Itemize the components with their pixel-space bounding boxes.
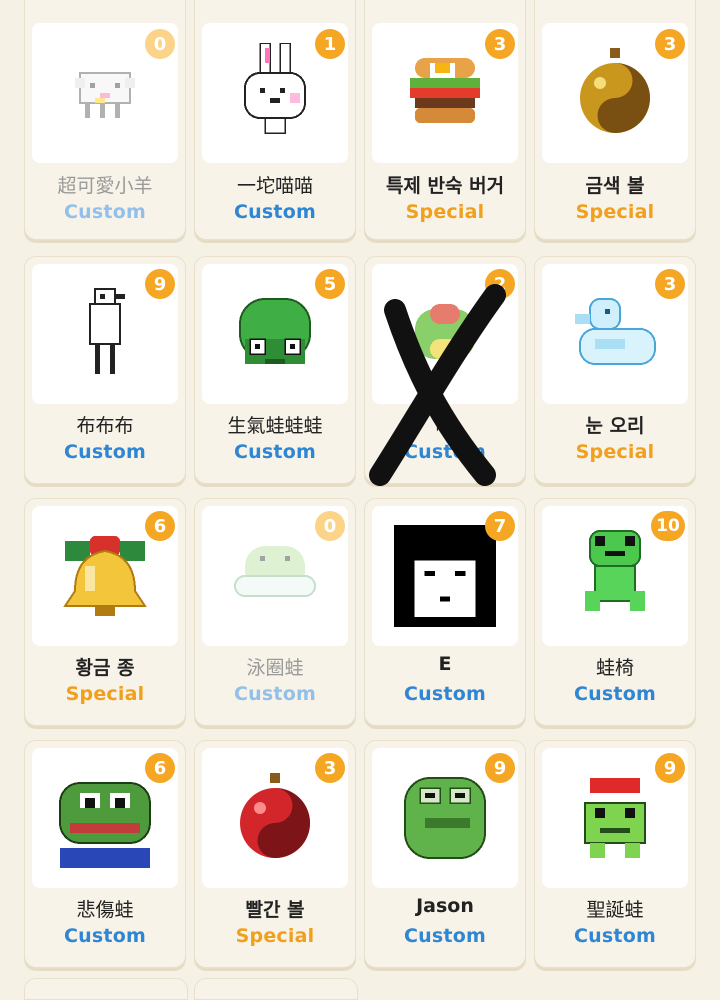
count-badge: 9 [145, 269, 175, 299]
sticker-card[interactable]: 10 蛙椅 Custom [534, 498, 696, 726]
sticker-card[interactable]: 0 超可愛小羊 Custom [24, 0, 186, 240]
count-badge: 10 [651, 511, 685, 541]
sad-frog-icon [59, 782, 151, 868]
sticker-card[interactable]: 3 빨간 볼 Special [194, 740, 356, 968]
count-badge: 9 [655, 753, 685, 783]
sticker-card[interactable]: 3 특제 반숙 버거 Special [364, 0, 526, 240]
sticker-name: 눈 오리 [585, 415, 645, 437]
bunny-icon [244, 43, 306, 134]
sticker-type: Special [405, 201, 485, 223]
count-badge: 3 [315, 753, 345, 783]
float-frog-icon [234, 546, 316, 597]
sticker-name: 啊 [435, 415, 455, 437]
sticker-name: 一坨喵喵 [236, 175, 313, 197]
sticker-card[interactable]: 9 聖誕蛙 Custom [534, 740, 696, 968]
sticker-type: Custom [64, 441, 146, 463]
sticker-name: 금색 볼 [585, 175, 645, 197]
bird-icon [89, 288, 125, 374]
count-badge: 6 [145, 753, 175, 783]
gold-ornament-icon [580, 48, 650, 133]
sticker-type: Special [65, 683, 145, 705]
sticker-card[interactable]: 6 悲傷蛙 Custom [24, 740, 186, 968]
sticker-card[interactable]: 1 一坨喵喵 Custom [194, 0, 356, 240]
sticker-name: 生氣蛙蛙蛙 [227, 415, 323, 437]
count-badge: 5 [315, 269, 345, 299]
sticker-card[interactable]: 9 Jason Custom [364, 740, 526, 968]
sticker-name: 超可愛小羊 [57, 175, 153, 197]
sticker-type: Custom [64, 201, 146, 223]
sticker-type: Special [575, 201, 655, 223]
sticker-name: 聖誕蛙 [586, 899, 644, 921]
sticker-card[interactable]: 2 啊 Custom [364, 256, 526, 484]
sticker-card[interactable]: 6 황금 종 Special [24, 498, 186, 726]
sticker-name: 특제 반숙 버거 [385, 175, 505, 197]
count-badge: 6 [145, 511, 175, 541]
sticker-card[interactable]: 9 布布布 Custom [24, 256, 186, 484]
sticker-name: 황금 종 [75, 657, 135, 679]
sticker-name: 泳圈蛙 [246, 657, 304, 679]
sticker-type: Custom [404, 441, 486, 463]
frog-crossed-icon [415, 304, 475, 359]
sticker-grid: 0 超可愛小羊 Custom 1 一坨喵喵 Custom 3 특제 반숙 버거 … [0, 0, 720, 1000]
sticker-name: 悲傷蛙 [76, 899, 134, 921]
sticker-type: Custom [234, 683, 316, 705]
count-badge: 9 [485, 753, 515, 783]
sticker-type: Special [575, 441, 655, 463]
grumpy-frog-icon [404, 777, 486, 859]
count-badge: 1 [315, 29, 345, 59]
snow-duck-icon [575, 298, 656, 365]
sticker-type: Custom [574, 925, 656, 947]
golden-bell-icon [63, 536, 147, 616]
sticker-card[interactable]: 3 눈 오리 Special [534, 256, 696, 484]
sticker-name: 빨간 볼 [245, 899, 305, 921]
count-badge: 0 [145, 29, 175, 59]
red-ornament-icon [240, 773, 310, 858]
sticker-name: E [438, 653, 452, 675]
count-badge: 7 [485, 511, 515, 541]
count-badge: 3 [655, 269, 685, 299]
sticker-type: Custom [404, 683, 486, 705]
sticker-card[interactable]: 0 泳圈蛙 Custom [194, 498, 356, 726]
count-badge: 3 [655, 29, 685, 59]
christmas-frog-icon [584, 778, 650, 858]
count-badge: 0 [315, 511, 345, 541]
sticker-type: Custom [234, 441, 316, 463]
sheep-icon [75, 72, 135, 118]
count-badge: 2 [485, 269, 515, 299]
sticker-name: Jason [416, 895, 474, 917]
sticker-type: Custom [64, 925, 146, 947]
sticker-card[interactable]: 5 生氣蛙蛙蛙 Custom [194, 256, 356, 484]
angry-frog-icon [239, 298, 311, 364]
sticker-card[interactable]: 3 금색 볼 Special [534, 0, 696, 240]
sticker-type: Custom [234, 201, 316, 223]
sticker-card-partial[interactable] [194, 978, 358, 1000]
sticker-name: 布布布 [76, 415, 134, 437]
burger-icon [410, 58, 480, 123]
count-badge: 3 [485, 29, 515, 59]
sticker-type: Special [235, 925, 315, 947]
sticker-type: Custom [574, 683, 656, 705]
sticker-name: 蛙椅 [595, 657, 634, 679]
face-icon [394, 525, 496, 627]
sticker-type: Custom [404, 925, 486, 947]
frog-chair-icon [585, 530, 645, 611]
sticker-card-partial[interactable] [24, 978, 188, 1000]
sticker-card[interactable]: 7 E Custom [364, 498, 526, 726]
